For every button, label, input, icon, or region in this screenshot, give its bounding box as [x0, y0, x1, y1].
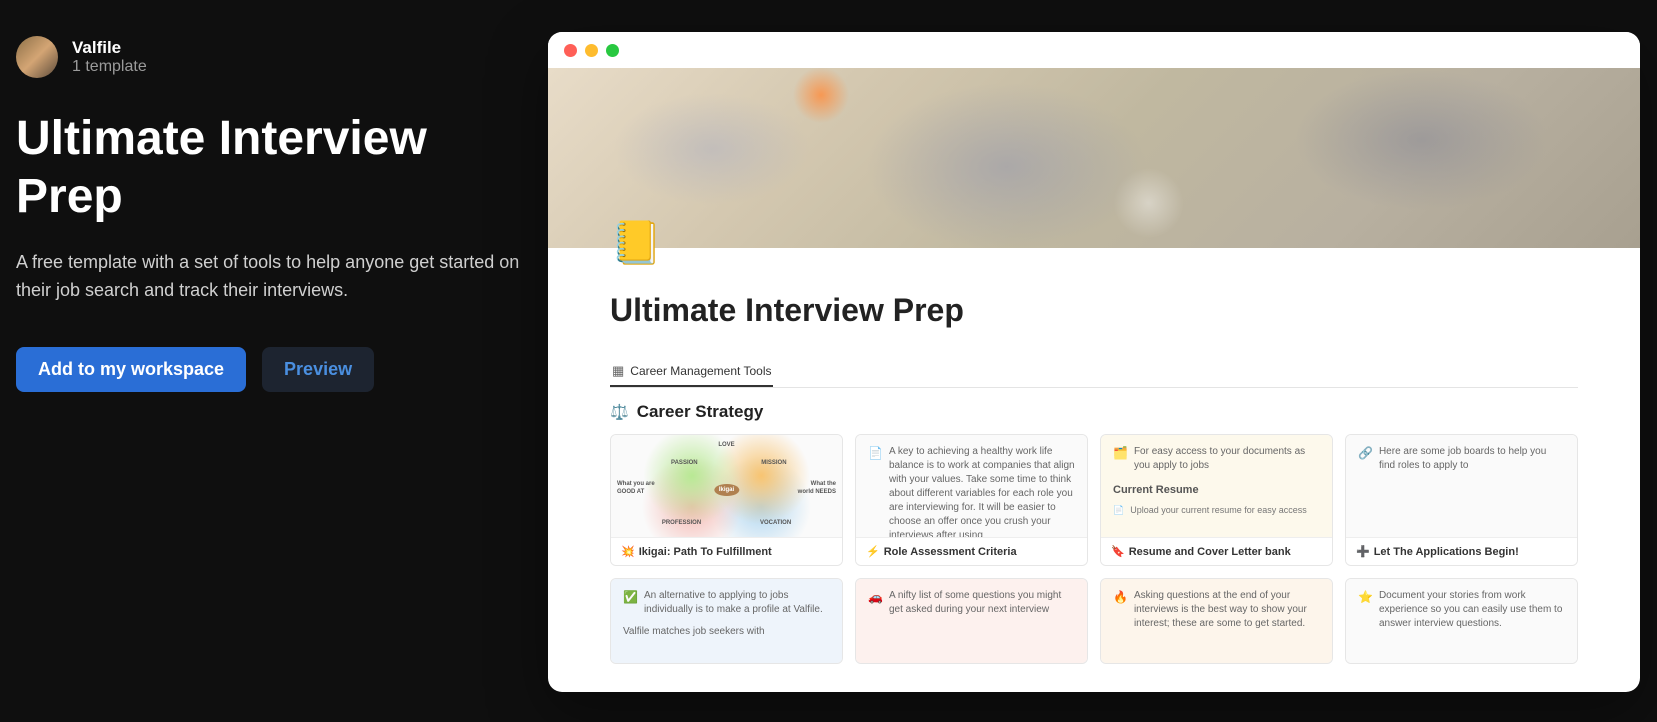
sub-section-label: Current Resume — [1113, 483, 1320, 498]
avatar[interactable] — [16, 36, 58, 78]
card-body-text-2: Valfile matches job seekers with — [623, 625, 830, 639]
preview-window: 📒 Ultimate Interview Prep ▦ Career Manag… — [548, 32, 1640, 692]
card-body-text: A key to achieving a healthy work life b… — [889, 445, 1075, 527]
ikigai-diagram: LOVE PASSION MISSION What you are GOOD A… — [611, 435, 842, 537]
section-header: ⚖️ Career Strategy — [610, 402, 1578, 422]
card-questions-asked[interactable]: 🚗 A nifty list of some questions you mig… — [855, 578, 1088, 664]
card-resume-bank[interactable]: 🗂️ For easy access to your documents as … — [1100, 434, 1333, 566]
upload-icon: 📄 — [1113, 504, 1124, 517]
card-title: Ikigai: Path To Fulfillment — [639, 546, 772, 558]
check-icon: ✅ — [623, 589, 638, 617]
page-title: Ultimate Interview Prep — [16, 110, 532, 225]
card-ask-questions[interactable]: 🔥 Asking questions at the end of your in… — [1100, 578, 1333, 664]
lightning-icon: ⚡ — [866, 545, 880, 558]
ikigai-goodat: What you are GOOD AT — [617, 480, 657, 497]
card-stories[interactable]: ⭐ Document your stories from work experi… — [1345, 578, 1578, 664]
card-valfile-profile[interactable]: ✅ An alternative to applying to jobs ind… — [610, 578, 843, 664]
bookmark-icon: 🔖 — [1111, 545, 1125, 558]
window-maximize-icon[interactable] — [606, 44, 619, 57]
link-icon: 🔗 — [1358, 445, 1373, 527]
collision-icon: 💥 — [621, 545, 635, 558]
star-icon: ⭐ — [1358, 589, 1373, 653]
card-body-text: Asking questions at the end of your inte… — [1134, 589, 1320, 653]
ikigai-passion: PASSION — [671, 459, 698, 467]
fire-icon: 🔥 — [1113, 589, 1128, 653]
page-icon: 📄 — [868, 445, 883, 527]
author-subtitle: 1 template — [72, 58, 147, 76]
ikigai-mission: MISSION — [761, 459, 786, 467]
card-applications[interactable]: 🔗 Here are some job boards to help you f… — [1345, 434, 1578, 566]
cover-image — [548, 68, 1640, 248]
preview-button[interactable]: Preview — [262, 347, 374, 392]
window-titlebar — [548, 32, 1640, 68]
add-workspace-button[interactable]: Add to my workspace — [16, 347, 246, 392]
page-icon[interactable]: 📒 — [610, 222, 662, 274]
window-close-icon[interactable] — [564, 44, 577, 57]
card-title: Resume and Cover Letter bank — [1129, 546, 1291, 558]
card-body-text: For easy access to your documents as you… — [1134, 445, 1320, 473]
doc-title: Ultimate Interview Prep — [610, 292, 1578, 329]
card-role-assessment[interactable]: 📄 A key to achieving a healthy work life… — [855, 434, 1088, 566]
ikigai-profession: PROFESSION — [662, 519, 701, 527]
upload-text: Upload your current resume for easy acce… — [1130, 504, 1307, 517]
ikigai-love: LOVE — [718, 441, 734, 449]
card-title: Let The Applications Begin! — [1374, 546, 1519, 558]
ikigai-vocation: VOCATION — [760, 519, 791, 527]
author-name: Valfile — [72, 38, 147, 58]
gallery-icon: ▦ — [612, 363, 624, 379]
window-minimize-icon[interactable] — [585, 44, 598, 57]
car-icon: 🚗 — [868, 589, 883, 653]
folder-icon: 🗂️ — [1113, 445, 1128, 473]
card-body-text: Document your stories from work experien… — [1379, 589, 1565, 653]
ikigai-center: Ikigai — [714, 484, 739, 496]
tab-bar: ▦ Career Management Tools — [610, 357, 1578, 388]
ikigai-needs: What the world NEEDS — [796, 480, 836, 497]
plus-icon: ➕ — [1356, 545, 1370, 558]
page-description: A free template with a set of tools to h… — [16, 249, 532, 305]
card-body-text: A nifty list of some questions you might… — [889, 589, 1075, 653]
tab-label: Career Management Tools — [630, 364, 771, 378]
card-ikigai[interactable]: LOVE PASSION MISSION What you are GOOD A… — [610, 434, 843, 566]
author-block[interactable]: Valfile 1 template — [16, 36, 532, 78]
card-body-text: Here are some job boards to help you fin… — [1379, 445, 1565, 527]
scale-icon: ⚖️ — [610, 403, 629, 421]
card-title: Role Assessment Criteria — [884, 546, 1017, 558]
card-body-text: An alternative to applying to jobs indiv… — [644, 589, 830, 617]
section-title: Career Strategy — [637, 402, 764, 422]
tab-career-tools[interactable]: ▦ Career Management Tools — [610, 357, 773, 387]
